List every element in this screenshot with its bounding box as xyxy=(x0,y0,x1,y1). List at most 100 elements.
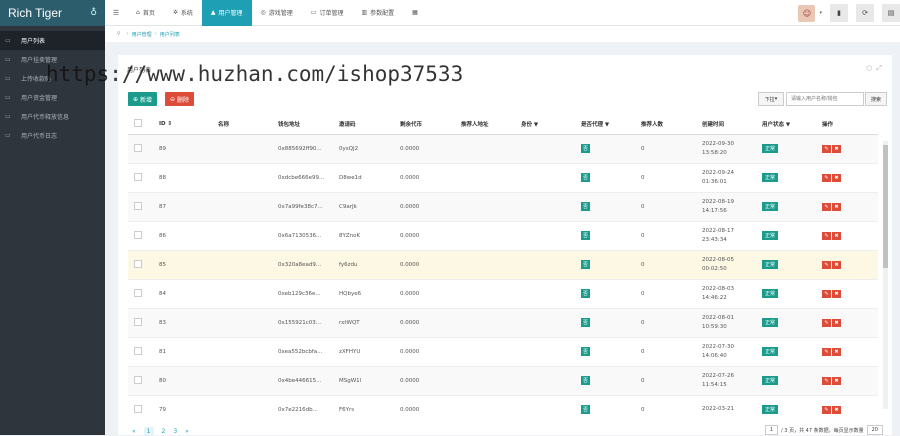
table-row[interactable]: 79 0x7e2216db... F6Yrs 0.0000 否 0 2022-03-21 正常… xyxy=(128,395,878,414)
page-link[interactable]: « xyxy=(132,428,136,435)
table-row[interactable]: 88 0xdcbe666e99... D8we1d 0.0000 否 0 2022-09-2… xyxy=(128,163,878,193)
page-link[interactable]: » xyxy=(185,428,189,435)
settings-icon[interactable]: ▤ xyxy=(882,4,900,22)
collapse-icon[interactable]: ○ xyxy=(866,64,876,72)
page-size-select[interactable]: 20 xyxy=(866,425,883,435)
row-checkbox[interactable] xyxy=(134,201,142,210)
delete-icon[interactable]: ✖ xyxy=(832,231,841,240)
status-badge[interactable]: 正常 xyxy=(762,318,779,327)
delete-icon[interactable]: ✖ xyxy=(832,260,841,269)
agent-badge[interactable]: 否 xyxy=(581,202,591,211)
select-all-checkbox[interactable] xyxy=(134,118,142,127)
search-button[interactable]: 搜索 xyxy=(865,92,887,106)
agent-badge[interactable]: 否 xyxy=(581,347,591,356)
nav-tab[interactable]: ◎ 游戏管理 xyxy=(252,0,302,26)
edit-icon[interactable]: ✎ xyxy=(822,318,831,327)
column-header[interactable]: 用户状态 ▼ xyxy=(756,114,816,135)
nav-tab[interactable]: ▭ 订单管理 xyxy=(302,0,353,26)
edit-icon[interactable]: ✎ xyxy=(822,202,831,211)
refresh-icon[interactable]: ⟳ xyxy=(856,4,874,22)
column-header[interactable] xyxy=(128,114,153,135)
edit-icon[interactable]: ✎ xyxy=(822,376,831,385)
edit-icon[interactable]: ✎ xyxy=(822,173,831,182)
table-row[interactable]: 83 0x155921c03... rxtWQT 0.0000 否 0 2022-08-01… xyxy=(128,308,878,338)
sidebar-item[interactable]: ▭ 用户资金管理 xyxy=(0,88,105,107)
status-badge[interactable]: 正常 xyxy=(762,231,779,240)
row-checkbox[interactable] xyxy=(134,172,142,181)
status-badge[interactable]: 正常 xyxy=(762,144,779,153)
row-checkbox[interactable] xyxy=(134,143,142,152)
agent-badge[interactable]: 否 xyxy=(581,318,591,327)
scroll-thumb[interactable] xyxy=(883,145,888,268)
delete-icon[interactable]: ✖ xyxy=(832,318,841,327)
breadcrumb-item[interactable]: 用户列表 xyxy=(160,31,180,38)
status-badge[interactable]: 正常 xyxy=(762,289,779,298)
more-icon[interactable]: ▦ xyxy=(403,0,427,26)
edit-icon[interactable]: ✎ xyxy=(822,347,831,356)
status-badge[interactable]: 正常 xyxy=(762,347,779,356)
table-row[interactable]: 89 0x885692ff90... 0ysQJ2 0.0000 否 0 2022-09-3… xyxy=(128,134,878,164)
nav-tab[interactable]: ✲ 系统 xyxy=(164,0,202,26)
trash-icon[interactable]: ▮ xyxy=(830,4,848,22)
edit-icon[interactable]: ✎ xyxy=(822,260,831,269)
table-row[interactable]: 85 0x320a8ead9... fy6zdu 0.0000 否 0 2022-08-05… xyxy=(128,250,878,280)
page-link[interactable]: 2 xyxy=(162,428,166,435)
delete-icon[interactable]: ✖ xyxy=(832,173,841,182)
row-checkbox[interactable] xyxy=(134,317,142,326)
nav-tab[interactable]: ▥ 参数配置 xyxy=(352,0,403,26)
column-header[interactable]: 身份 ▼ xyxy=(515,114,575,135)
column-header[interactable]: ID ⇕ xyxy=(153,114,212,135)
status-badge[interactable]: 正常 xyxy=(762,260,779,269)
page-jump-input[interactable]: 1 xyxy=(764,425,779,435)
status-badge[interactable]: 正常 xyxy=(762,173,779,182)
agent-badge[interactable]: 否 xyxy=(581,376,591,385)
agent-badge[interactable]: 否 xyxy=(581,173,591,182)
row-checkbox[interactable] xyxy=(134,404,142,413)
delete-icon[interactable]: ✖ xyxy=(832,144,841,153)
chevron-down-icon[interactable]: ▾ xyxy=(819,10,822,16)
edit-icon[interactable]: ✎ xyxy=(822,144,831,153)
expand-icon[interactable]: ⤢ xyxy=(876,64,886,72)
page-link[interactable]: 3 xyxy=(173,428,177,435)
breadcrumb-item[interactable]: 用户管理 xyxy=(132,31,152,38)
column-header[interactable]: 是否代理 ▼ xyxy=(575,114,635,135)
table-scrollbar[interactable] xyxy=(883,141,888,409)
delete-icon[interactable]: ✖ xyxy=(832,376,841,385)
filter-dropdown[interactable]: 下拉 ▾ xyxy=(758,92,784,106)
delete-icon[interactable]: ✖ xyxy=(832,289,841,298)
table-row[interactable]: 80 0x4be446615... MSgW1l 0.0000 否 0 2022-07-26… xyxy=(128,366,878,396)
row-checkbox[interactable] xyxy=(134,346,142,355)
table-row[interactable]: 81 0xea552bcbfa... zXFHYU 0.0000 否 0 2022-07-3… xyxy=(128,337,878,367)
menu-toggle-icon[interactable]: ☰ xyxy=(105,9,127,17)
agent-badge[interactable]: 否 xyxy=(581,231,591,240)
agent-badge[interactable]: 否 xyxy=(581,405,591,414)
nav-tab[interactable]: ▲ 用户管理 xyxy=(201,0,252,26)
row-checkbox[interactable] xyxy=(134,375,142,384)
edit-icon[interactable]: ✎ xyxy=(822,231,831,240)
delete-icon[interactable]: ✖ xyxy=(832,202,841,211)
sidebar-item[interactable]: ▭ 用户列表 xyxy=(0,31,105,50)
sidebar-item[interactable]: ▭ 用户代币日志 xyxy=(0,126,105,145)
status-badge[interactable]: 正常 xyxy=(762,202,779,211)
status-badge[interactable]: 正常 xyxy=(762,376,779,385)
edit-icon[interactable]: ✎ xyxy=(822,289,831,298)
agent-badge[interactable]: 否 xyxy=(581,289,591,298)
agent-badge[interactable]: 否 xyxy=(581,260,591,269)
search-input[interactable] xyxy=(786,92,864,106)
add-button[interactable]: ⊕ 新增 xyxy=(128,92,157,106)
logo[interactable]: Rich Tiger ♁ xyxy=(0,0,105,26)
table-row[interactable]: 86 0x6a7130536... 8YZnoK 0.0000 否 0 2022-08-17… xyxy=(128,221,878,251)
sidebar-item[interactable]: ▭ 用户代币释放信息 xyxy=(0,107,105,126)
delete-icon[interactable]: ✖ xyxy=(832,347,841,356)
table-row[interactable]: 87 0x7a99fe38c7... C9arJk 0.0000 否 0 2022-08-1… xyxy=(128,192,878,222)
edit-icon[interactable]: ✎ xyxy=(822,405,831,414)
row-checkbox[interactable] xyxy=(134,288,142,297)
delete-button[interactable]: ⊖ 删除 xyxy=(165,92,194,106)
nav-tab[interactable]: ⌂ 首页 xyxy=(127,0,164,26)
delete-icon[interactable]: ✖ xyxy=(832,405,841,414)
table-row[interactable]: 84 0xeb129c36e... HQbye6 0.0000 否 0 2022-08-03… xyxy=(128,279,878,309)
row-checkbox[interactable] xyxy=(134,230,142,239)
status-badge[interactable]: 正常 xyxy=(762,405,779,414)
agent-badge[interactable]: 否 xyxy=(581,144,591,153)
row-checkbox[interactable] xyxy=(134,259,142,268)
